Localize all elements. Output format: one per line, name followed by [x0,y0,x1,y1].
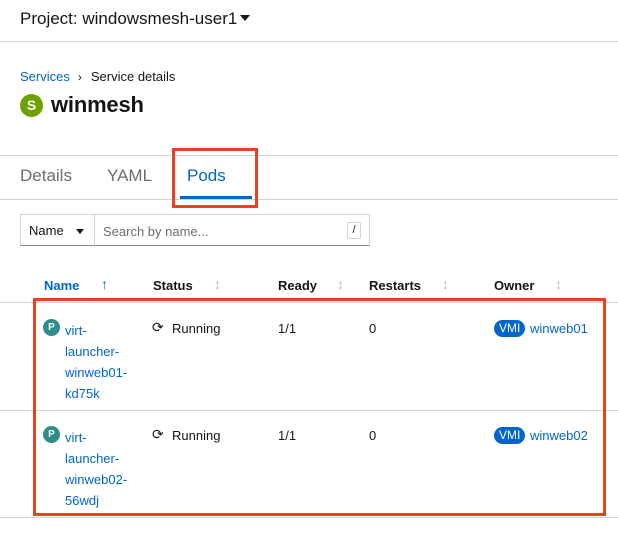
service-badge-icon: S [20,93,43,117]
chevron-right-icon: › [77,69,82,84]
highlight-box-pod-rows [33,298,606,516]
page-title: winmesh [51,92,144,117]
column-header-owner[interactable]: Owner [494,278,534,293]
tab-bar: Details YAML Pods [0,155,618,200]
column-header-name[interactable]: Name [44,278,79,293]
tab-details[interactable]: Details [20,166,72,186]
search-input[interactable] [103,222,333,240]
sort-icon[interactable]: ↕ [214,277,221,291]
filter-type-label: Name [29,223,64,238]
project-bar: Project: windowsmesh-user1 [0,0,618,42]
filter-type-dropdown[interactable]: Name [20,214,95,246]
breadcrumb: Services › Service details [20,69,175,84]
breadcrumb-current: Service details [90,69,176,84]
caret-down-icon[interactable] [240,15,250,21]
sort-icon[interactable]: ↕ [555,277,562,291]
breadcrumb-services-link[interactable]: Services [20,69,70,84]
column-header-restarts[interactable]: Restarts [369,278,421,293]
sort-icon[interactable]: ↕ [337,277,344,291]
caret-down-icon [76,229,84,234]
highlight-box-pods-tab [172,148,258,208]
column-header-status[interactable]: Status [153,278,193,293]
tab-yaml[interactable]: YAML [107,166,152,186]
search-box: / [95,214,370,246]
project-selector[interactable]: Project: windowsmesh-user1 [20,9,237,29]
sort-icon[interactable]: ↕ [442,277,449,291]
sort-ascending-icon[interactable]: ↑ [101,277,108,291]
keyboard-shortcut-hint: / [347,222,361,239]
column-header-ready[interactable]: Ready [278,278,317,293]
page-header: S winmesh [20,92,144,118]
